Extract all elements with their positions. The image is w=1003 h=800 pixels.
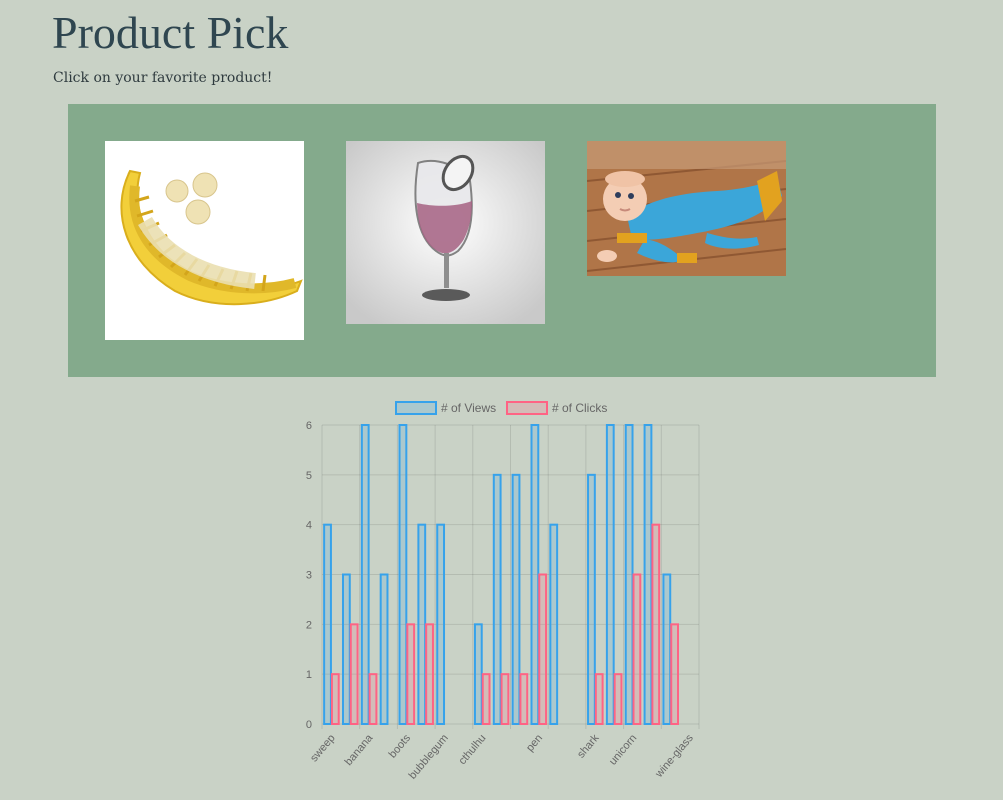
x-tick-label: wine-glass bbox=[653, 732, 697, 781]
x-tick-label: shark bbox=[575, 732, 602, 761]
clicks-bar-water-can[interactable] bbox=[670, 623, 680, 725]
y-tick-label: 3 bbox=[306, 570, 312, 582]
views-bar-boots[interactable] bbox=[398, 424, 408, 725]
views-bar-dragon[interactable] bbox=[511, 473, 521, 726]
views-bar-unicorn[interactable] bbox=[624, 424, 634, 725]
clicks-bar-shark[interactable] bbox=[594, 673, 604, 725]
views-bar-bubblegum[interactable] bbox=[436, 523, 446, 725]
y-tick-label: 6 bbox=[306, 420, 312, 432]
y-tick-label: 0 bbox=[306, 719, 312, 731]
y-tick-label: 1 bbox=[306, 669, 312, 681]
legend-views-swatch[interactable] bbox=[395, 401, 437, 415]
legend-views-label[interactable]: # of Views bbox=[441, 401, 496, 415]
clicks-bar-sweep[interactable] bbox=[330, 673, 340, 725]
views-bar-water-can[interactable] bbox=[662, 573, 672, 725]
y-tick-label: 2 bbox=[306, 619, 312, 631]
votes-bar-chart: # of Views # of Clicks 0 1 2 3 4 5 6 sweep bana… bbox=[306, 401, 700, 782]
y-tick-label: 5 bbox=[306, 470, 312, 482]
baby-sweeper-image bbox=[587, 141, 786, 276]
views-bar-pet-sweep[interactable] bbox=[549, 523, 559, 725]
y-axis: 0 1 2 3 4 5 6 bbox=[306, 420, 312, 731]
clicks-bar-breakfast[interactable] bbox=[425, 623, 434, 725]
x-tick-label: sweep bbox=[308, 732, 338, 764]
views-bar-banana[interactable] bbox=[360, 424, 370, 725]
x-tick-label: pen bbox=[524, 732, 545, 754]
x-tick-label: banana bbox=[343, 732, 376, 769]
chart-legend: # of Views # of Clicks bbox=[395, 401, 607, 415]
clicks-bar-cthulhu[interactable] bbox=[481, 673, 491, 725]
page-subtitle: Click on your favorite product! bbox=[53, 70, 273, 86]
page-title: Product Pick bbox=[52, 7, 289, 58]
clicks-bar-pen[interactable] bbox=[538, 573, 548, 725]
views-bar-bag[interactable] bbox=[341, 573, 351, 725]
product-sweep[interactable] bbox=[587, 141, 786, 276]
product-wine-glass[interactable] bbox=[346, 141, 545, 324]
product-banana[interactable] bbox=[105, 141, 304, 340]
wine-glass-image bbox=[346, 141, 545, 324]
legend-clicks-swatch[interactable] bbox=[506, 401, 548, 415]
x-axis: sweep banana bootsbubblegum cthulhu pen shark… bbox=[308, 732, 696, 782]
clicks-bar-dragon[interactable] bbox=[519, 673, 529, 725]
clicks-bar-dog-duck[interactable] bbox=[500, 673, 510, 725]
views-bar-usb[interactable] bbox=[643, 424, 653, 725]
x-tick-label: boots bbox=[387, 732, 414, 761]
x-tick-label: unicorn bbox=[607, 732, 639, 767]
clicks-bar-tauntaun[interactable] bbox=[613, 673, 623, 725]
views-bar-cthulhu[interactable] bbox=[473, 623, 483, 725]
clicks-bar-usb[interactable] bbox=[651, 523, 661, 725]
clicks-bar-bag[interactable] bbox=[349, 623, 359, 725]
views-bar-sweep[interactable] bbox=[323, 523, 332, 725]
views-bar-tauntaun[interactable] bbox=[605, 424, 615, 725]
views-bar-dog-duck[interactable] bbox=[492, 473, 502, 726]
legend-clicks-label[interactable]: # of Clicks bbox=[552, 401, 607, 415]
views-bar-pen[interactable] bbox=[530, 424, 540, 725]
clicks-bar-banana[interactable] bbox=[368, 673, 378, 725]
x-tick-label: bubblegum bbox=[407, 732, 451, 781]
clicks-bar-unicorn[interactable] bbox=[632, 573, 642, 725]
y-tick-label: 4 bbox=[306, 520, 312, 532]
clicks-bar-boots[interactable] bbox=[406, 623, 416, 725]
votes-chart: # of Views # of Clicks 0 1 2 3 4 5 6 sweep bana… bbox=[280, 392, 720, 796]
chart-grid bbox=[321, 424, 700, 729]
views-bar-breakfast[interactable] bbox=[417, 523, 427, 725]
banana-slicer-image bbox=[105, 141, 304, 340]
x-tick-label: cthulhu bbox=[457, 732, 489, 767]
views-bar-bathroom[interactable] bbox=[379, 573, 389, 725]
product-panel bbox=[68, 104, 936, 377]
views-bar-shark[interactable] bbox=[587, 473, 596, 726]
